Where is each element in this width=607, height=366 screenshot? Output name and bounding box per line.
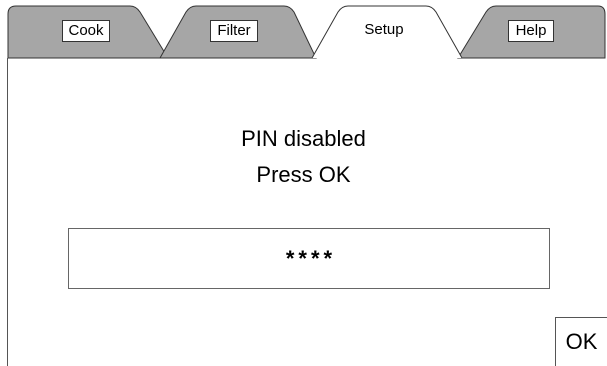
tab-cook-label[interactable]: Cook (62, 20, 110, 42)
status-message-line2: Press OK (256, 162, 351, 187)
tab-help-label[interactable]: Help (508, 20, 554, 42)
tab-bar: Cook Filter Setup Help (0, 0, 607, 62)
tab-setup-label[interactable]: Setup (356, 20, 412, 42)
content-frame-left-border (7, 58, 8, 366)
tab-filter-label[interactable]: Filter (210, 20, 258, 42)
setup-screen: Cook Filter Setup Help PIN disabled Pres… (0, 0, 607, 366)
status-message-line1: PIN disabled (241, 126, 366, 151)
pin-input-field[interactable]: **** (68, 228, 550, 289)
ok-button[interactable]: OK (555, 317, 607, 366)
